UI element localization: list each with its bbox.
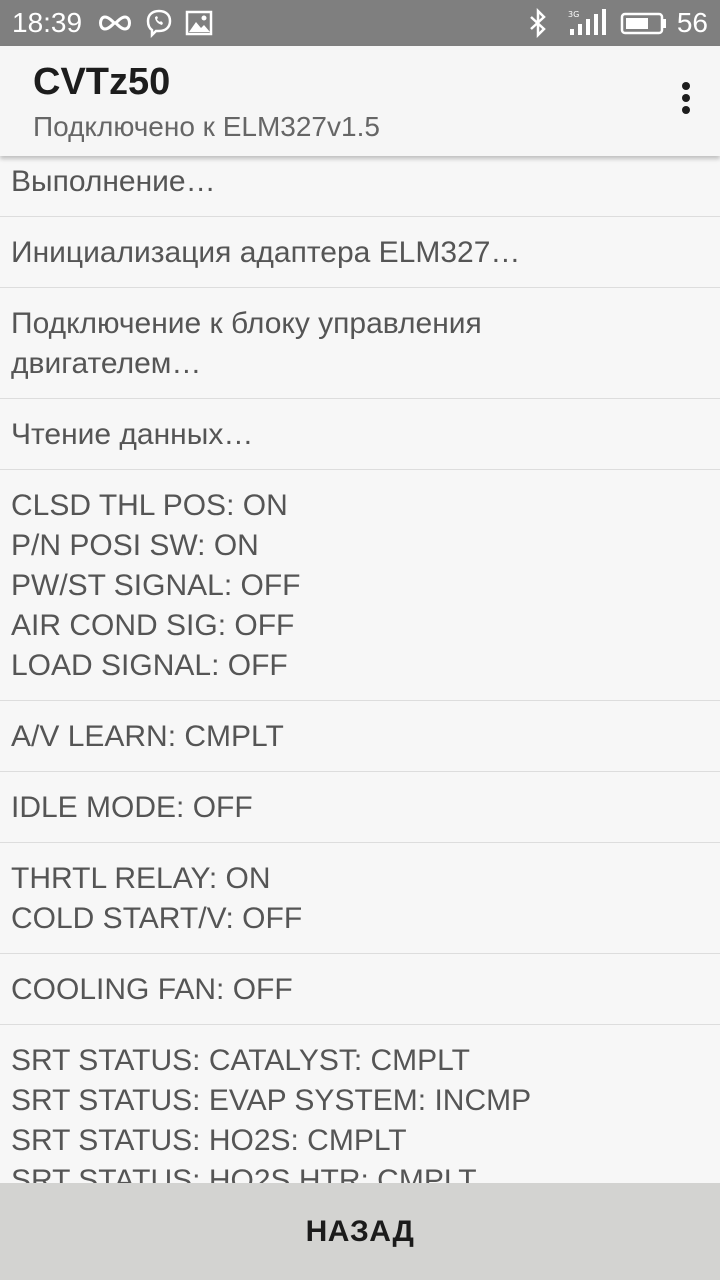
log-list[interactable]: Выполнение… Инициализация адаптера ELM327… bbox=[0, 156, 720, 1183]
network-type-label: 3G bbox=[568, 10, 579, 19]
battery-icon bbox=[620, 12, 666, 35]
app-bar: CVTz50 Подключено к ELM327v1.5 bbox=[0, 46, 720, 156]
list-item: Инициализация адаптера ELM327… bbox=[0, 217, 720, 288]
list-item-text: SRT STATUS: EVAP SYSTEM: INCMP bbox=[11, 1084, 532, 1117]
clock: 18:39 bbox=[12, 7, 83, 38]
bluetooth-icon bbox=[530, 8, 546, 38]
list-item-text: Подключение к блоку управления bbox=[11, 307, 482, 340]
list-item: COOLING FAN: OFF bbox=[0, 954, 720, 1025]
list-item: Подключение к блоку управления двигателем… bbox=[0, 288, 720, 399]
list-item-text: THRTL RELAY: ON bbox=[11, 862, 271, 895]
list-item: IDLE MODE: OFF bbox=[0, 772, 720, 843]
list-item-text: P/N POSI SW: ON bbox=[11, 529, 259, 562]
list-item-text: SRT STATUS: HO2S HTR: CMPLT bbox=[11, 1164, 477, 1183]
signal-3g-icon: 3G bbox=[568, 9, 606, 35]
list-item-text: AIR COND SIG: OFF bbox=[11, 609, 295, 642]
battery-level: 56 bbox=[676, 7, 708, 38]
list-item: SRT STATUS: CATALYST: CMPLT SRT STATUS: E… bbox=[0, 1025, 720, 1183]
list-item-text: COOLING FAN: OFF bbox=[11, 973, 293, 1006]
list-item: Выполнение… bbox=[0, 156, 720, 217]
viber-icon bbox=[146, 9, 172, 38]
back-button[interactable]: НАЗАД bbox=[0, 1183, 720, 1280]
page-title: CVTz50 bbox=[33, 61, 171, 103]
list-item: Чтение данных… bbox=[0, 399, 720, 470]
list-item-text: A/V LEARN: CMPLT bbox=[11, 720, 284, 753]
list-item-text: IDLE MODE: OFF bbox=[11, 791, 253, 824]
list-item-text: Чтение данных… bbox=[11, 418, 254, 451]
image-icon bbox=[185, 10, 213, 36]
list-item-text: Инициализация адаптера ELM327… bbox=[11, 236, 521, 269]
back-button-label: НАЗАД bbox=[305, 1214, 415, 1248]
list-item-text: Выполнение… bbox=[11, 165, 216, 198]
list-item-text: SRT STATUS: CATALYST: CMPLT bbox=[11, 1044, 470, 1077]
list-item: CLSD THL POS: ON P/N POSI SW: ON PW/ST SIG… bbox=[0, 470, 720, 701]
list-item: A/V LEARN: CMPLT bbox=[0, 701, 720, 772]
status-bar: 18:39 3G 56 bbox=[0, 0, 720, 46]
list-item: THRTL RELAY: ON COLD START/V: OFF bbox=[0, 843, 720, 954]
list-item-text: двигателем… bbox=[11, 347, 202, 380]
list-item-text: PW/ST SIGNAL: OFF bbox=[11, 569, 301, 602]
more-vert-icon[interactable] bbox=[674, 76, 698, 120]
list-item-text: CLSD THL POS: ON bbox=[11, 489, 288, 522]
list-item-text: COLD START/V: OFF bbox=[11, 902, 303, 935]
list-item-text: LOAD SIGNAL: OFF bbox=[11, 649, 288, 682]
list-item-text: SRT STATUS: HO2S: CMPLT bbox=[11, 1124, 407, 1157]
infinity-icon bbox=[99, 15, 131, 31]
connection-status: Подключено к ELM327v1.5 bbox=[33, 111, 380, 142]
